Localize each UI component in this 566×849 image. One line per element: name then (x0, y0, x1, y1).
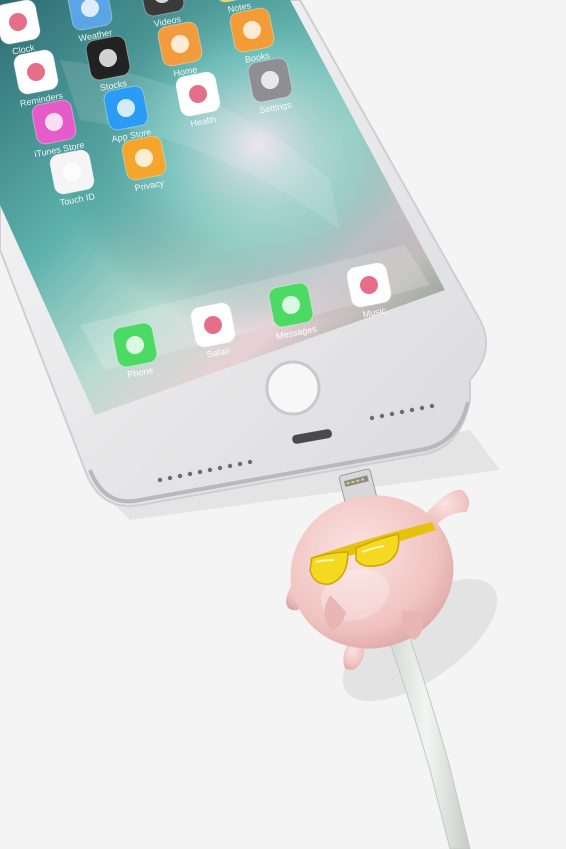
product-photo: Clock Weather Videos Notes Reminders Stocks Ho… (0, 0, 566, 849)
home-button[interactable] (265, 360, 321, 416)
photo-scene: ClockWeatherVideosNotesRemindersStocksHo… (0, 0, 566, 849)
